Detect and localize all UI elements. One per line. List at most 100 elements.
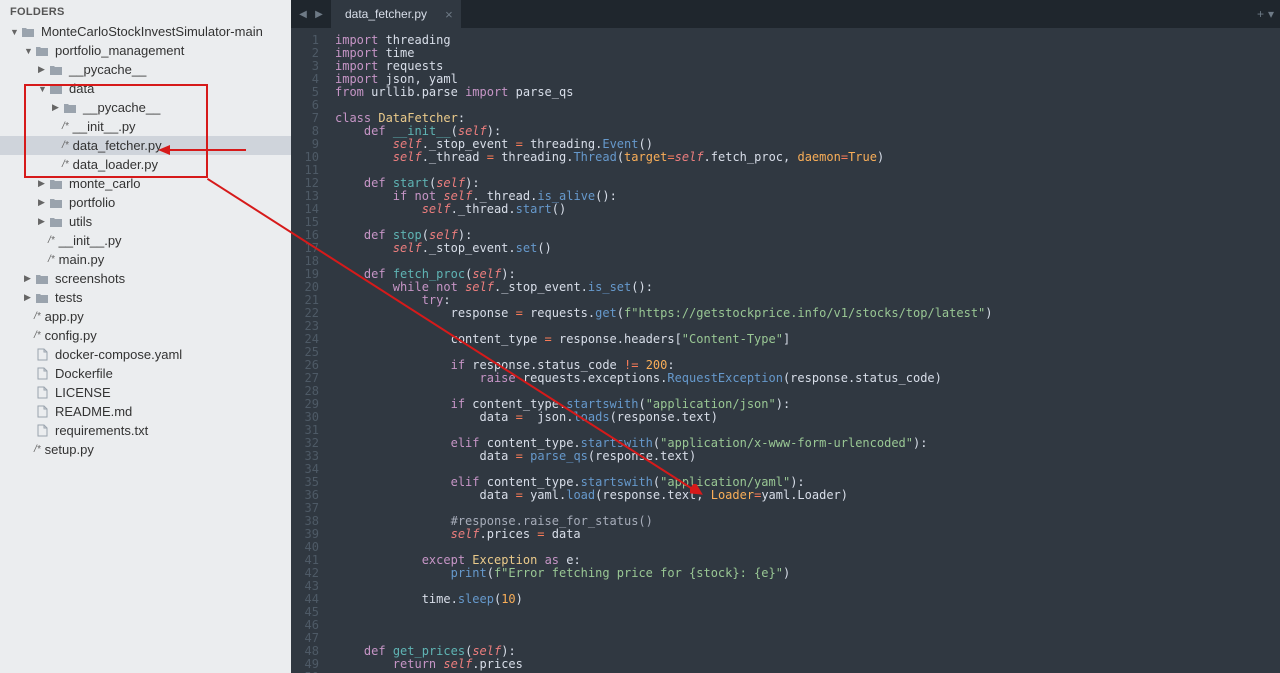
code-line[interactable]: return self.prices	[335, 658, 1280, 671]
folder-icon	[48, 215, 64, 229]
file-item[interactable]: /* setup.py	[0, 440, 291, 459]
code-line[interactable]: while not self._stop_event.is_set():	[335, 281, 1280, 294]
python-file-icon: /*	[34, 444, 41, 455]
tree-item-label: __init__.py	[73, 119, 136, 134]
python-file-icon: /*	[34, 311, 41, 322]
python-file-icon: /*	[34, 330, 41, 341]
disclosure-icon[interactable]: ▶	[52, 102, 62, 113]
folder-icon	[34, 272, 50, 286]
code-line[interactable]: content_type = response.headers["Content…	[335, 333, 1280, 346]
code-line[interactable]: import requests	[335, 60, 1280, 73]
folder-item[interactable]: ▶__pycache__	[0, 60, 291, 79]
folder-item[interactable]: ▶__pycache__	[0, 98, 291, 117]
folder-item[interactable]: ▶ screenshots	[0, 269, 291, 288]
code-line[interactable]	[335, 99, 1280, 112]
code-line[interactable]: self._thread.start()	[335, 203, 1280, 216]
tree-item-label: data	[69, 81, 94, 96]
file-item[interactable]: docker-compose.yaml	[0, 345, 291, 364]
tree-item-label: requirements.txt	[55, 423, 148, 438]
file-item[interactable]: /* config.py	[0, 326, 291, 345]
code-line[interactable]	[335, 619, 1280, 632]
tab-nav: ◀ ▶	[291, 9, 331, 20]
code-line[interactable]: self.prices = data	[335, 528, 1280, 541]
tab-close-icon[interactable]: ×	[445, 7, 453, 22]
new-tab-icon[interactable]: +	[1257, 7, 1264, 21]
code-line[interactable]: import threading	[335, 34, 1280, 47]
python-file-icon: /*	[62, 140, 69, 151]
disclosure-icon[interactable]: ▶	[38, 178, 48, 189]
code-line[interactable]	[335, 606, 1280, 619]
file-item[interactable]: Dockerfile	[0, 364, 291, 383]
tab-active[interactable]: data_fetcher.py ×	[331, 0, 461, 28]
folder-tree: ▼MonteCarloStockInvestSimulator-main▼por…	[0, 22, 291, 459]
code-line[interactable]: data = json.loads(response.text)	[335, 411, 1280, 424]
tree-item-label: portfolio	[69, 195, 115, 210]
tree-item-label: __init__.py	[59, 233, 122, 248]
disclosure-icon[interactable]: ▼	[24, 46, 34, 56]
disclosure-icon[interactable]: ▶	[38, 216, 48, 227]
code-line[interactable]: self._stop_event.set()	[335, 242, 1280, 255]
code-line[interactable]: data = parse_qs(response.text)	[335, 450, 1280, 463]
folder-item[interactable]: ▼ data	[0, 79, 291, 98]
code-line[interactable]: print(f"Error fetching price for {stock}…	[335, 567, 1280, 580]
nav-back-icon[interactable]: ◀	[295, 9, 311, 20]
folder-item[interactable]: ▶monte_carlo	[0, 174, 291, 193]
tree-item-label: app.py	[45, 309, 84, 324]
folder-icon	[34, 44, 50, 58]
code-line[interactable]	[335, 216, 1280, 229]
tree-item-label: setup.py	[45, 442, 94, 457]
folder-icon	[20, 25, 36, 39]
annotation-arrow	[158, 142, 256, 161]
editor-pane: ◀ ▶ data_fetcher.py × + ▾ 12345678910111…	[291, 0, 1280, 673]
tree-item-label: utils	[69, 214, 92, 229]
tree-item-label: README.md	[55, 404, 132, 419]
disclosure-icon[interactable]: ▶	[24, 292, 34, 303]
disclosure-icon[interactable]: ▼	[10, 27, 20, 37]
folder-icon	[48, 177, 64, 191]
file-item[interactable]: requirements.txt	[0, 421, 291, 440]
folder-icon	[48, 196, 64, 210]
code-line[interactable]: time.sleep(10)	[335, 593, 1280, 606]
tree-item-label: screenshots	[55, 271, 125, 286]
disclosure-icon[interactable]: ▶	[38, 197, 48, 208]
tree-item-label: data_loader.py	[73, 157, 158, 172]
code-editor[interactable]: 1234567891011121314151617181920212223242…	[291, 28, 1280, 673]
tab-title: data_fetcher.py	[345, 7, 427, 21]
folder-icon	[34, 291, 50, 305]
file-icon	[34, 405, 50, 419]
folder-item-root[interactable]: ▼MonteCarloStockInvestSimulator-main	[0, 22, 291, 41]
code-line[interactable]: data = yaml.load(response.text, Loader=y…	[335, 489, 1280, 502]
python-file-icon: /*	[48, 235, 55, 246]
folder-icon	[48, 82, 64, 96]
python-file-icon: /*	[62, 159, 69, 170]
code-line[interactable]: self._thread = threading.Thread(target=s…	[335, 151, 1280, 164]
disclosure-icon[interactable]: ▶	[24, 273, 34, 284]
tab-dropdown-icon[interactable]: ▾	[1268, 7, 1274, 21]
file-icon	[34, 386, 50, 400]
nav-forward-icon[interactable]: ▶	[311, 9, 327, 20]
folder-item[interactable]: ▼portfolio_management	[0, 41, 291, 60]
folder-icon	[48, 63, 64, 77]
code-line[interactable]: import time	[335, 47, 1280, 60]
file-item[interactable]: /* app.py	[0, 307, 291, 326]
python-file-icon: /*	[48, 254, 55, 265]
code-content[interactable]: import threadingimport timeimport reques…	[329, 28, 1280, 673]
code-line[interactable]: raise requests.exceptions.RequestExcepti…	[335, 372, 1280, 385]
file-icon	[34, 367, 50, 381]
disclosure-icon[interactable]: ▶	[38, 64, 48, 75]
file-item[interactable]: README.md	[0, 402, 291, 421]
sidebar-title: FOLDERS	[0, 0, 291, 22]
file-item[interactable]: LICENSE	[0, 383, 291, 402]
file-item[interactable]: /*main.py	[0, 250, 291, 269]
folder-item[interactable]: ▶ utils	[0, 212, 291, 231]
code-line[interactable]: from urllib.parse import parse_qs	[335, 86, 1280, 99]
tree-item-label: tests	[55, 290, 82, 305]
tree-item-label: config.py	[45, 328, 97, 343]
folder-item[interactable]: ▶ tests	[0, 288, 291, 307]
file-item[interactable]: /* __init__.py	[0, 231, 291, 250]
tree-item-label: LICENSE	[55, 385, 111, 400]
disclosure-icon[interactable]: ▼	[38, 84, 48, 94]
tree-item-label: Dockerfile	[55, 366, 113, 381]
file-item[interactable]: /*__init__.py	[0, 117, 291, 136]
code-line[interactable]: response = requests.get(f"https://getsto…	[335, 307, 1280, 320]
